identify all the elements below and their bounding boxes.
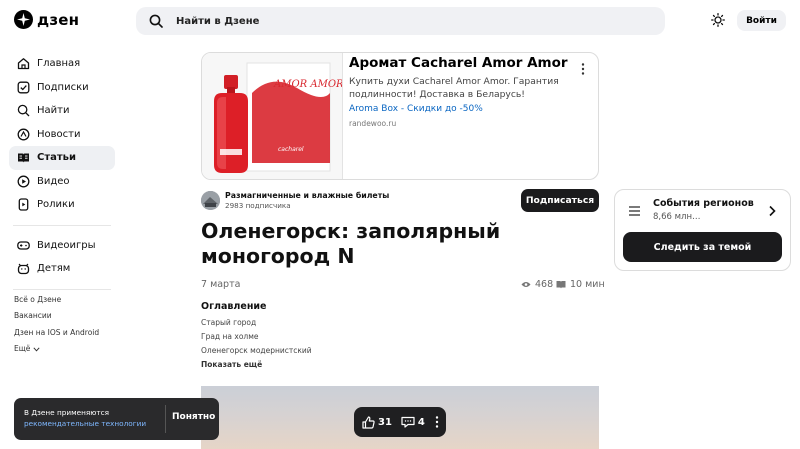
cookie-accept-button[interactable]: Понятно bbox=[172, 412, 215, 422]
dzen-logo[interactable]: дзен bbox=[14, 10, 79, 29]
more-label: Ещё bbox=[14, 343, 31, 353]
ad-box-brand: cacharel bbox=[278, 146, 304, 153]
footer-link-apps[interactable]: Дзен на IOS и Android bbox=[14, 325, 99, 341]
reactions-bar: 31 4 bbox=[354, 407, 446, 437]
topic-title[interactable]: События регионов bbox=[653, 198, 754, 209]
footer-link-vacancies[interactable]: Вакансии bbox=[14, 308, 99, 324]
sidebar-item-subscriptions[interactable]: Подписки bbox=[9, 76, 115, 100]
sidebar-item-label: Статьи bbox=[37, 152, 77, 164]
search-input[interactable]: Найти в Дзене bbox=[136, 7, 665, 35]
toc-show-more[interactable]: Показать ещё bbox=[201, 360, 262, 369]
sidebar-divider bbox=[13, 288, 111, 290]
more-vertical-icon[interactable] bbox=[580, 62, 586, 76]
search-icon bbox=[17, 105, 30, 117]
search-placeholder: Найти в Дзене bbox=[176, 15, 260, 27]
kids-icon bbox=[17, 263, 30, 275]
clips-icon bbox=[18, 198, 29, 211]
read-time: 10 мин bbox=[556, 279, 605, 290]
sidebar-item-video[interactable]: Видео bbox=[9, 170, 115, 194]
ad-image[interactable]: AMOR AMOR cacharel bbox=[202, 53, 343, 179]
more-vertical-icon[interactable] bbox=[434, 415, 440, 429]
search-icon bbox=[149, 14, 163, 28]
sidebar-item-videogames[interactable]: Видеоигры bbox=[9, 234, 115, 258]
sidebar-item-find[interactable]: Найти bbox=[9, 99, 115, 123]
avatar-image bbox=[201, 191, 220, 210]
topic-count: 8,66 млн… bbox=[653, 212, 701, 222]
thumbs-up-icon bbox=[362, 415, 375, 429]
article-title: Оленегорск: заполярный моногород N bbox=[201, 219, 501, 268]
channel-name[interactable]: Размагниченные и влажные билеты bbox=[225, 191, 389, 200]
cookie-notice: В Дзене применяются рекомендательные тех… bbox=[14, 398, 219, 440]
sidebar-item-label: Найти bbox=[37, 105, 70, 117]
views-count: 468 bbox=[535, 279, 554, 290]
sidebar-item-kids[interactable]: Детям bbox=[9, 257, 115, 281]
sidebar-item-label: Видеоигры bbox=[37, 239, 96, 251]
gamepad-icon bbox=[17, 241, 30, 250]
toc-item[interactable]: Град на холме bbox=[201, 332, 258, 341]
login-button[interactable]: Войти bbox=[737, 10, 786, 31]
sidebar-item-label: Главная bbox=[37, 58, 81, 70]
sidebar-divider bbox=[13, 224, 111, 226]
articles-icon bbox=[18, 153, 29, 163]
likes-count: 31 bbox=[378, 416, 392, 428]
menu-icon bbox=[629, 206, 640, 216]
channel-subscribers: 2983 подписчика bbox=[225, 201, 291, 210]
sidebar-item-label: Видео bbox=[37, 175, 70, 187]
sidebar-item-articles[interactable]: Статьи bbox=[9, 146, 115, 170]
like-button[interactable]: 31 bbox=[362, 415, 392, 429]
channel-avatar[interactable] bbox=[201, 191, 220, 210]
sidebar-item-clips[interactable]: Ролики bbox=[9, 193, 115, 217]
sidebar-item-label: Детям bbox=[37, 263, 71, 275]
sidebar-item-home[interactable]: Главная bbox=[9, 52, 115, 76]
comment-icon bbox=[401, 416, 415, 428]
ad-title[interactable]: Аромат Cacharel Amor Amor bbox=[349, 55, 568, 71]
ad-link[interactable]: Aroma Box - Скидки до -50% bbox=[349, 104, 483, 114]
sidebar-item-label: Новости bbox=[37, 128, 81, 140]
chevron-right-icon[interactable] bbox=[768, 205, 776, 217]
topic-card: События регионов 8,66 млн… Следить за те… bbox=[614, 189, 791, 271]
home-icon bbox=[17, 58, 30, 70]
perfume-image: AMOR AMOR cacharel bbox=[202, 53, 343, 179]
follow-topic-button[interactable]: Следить за темой bbox=[623, 232, 782, 262]
subscribe-button[interactable]: Подписаться bbox=[521, 189, 599, 212]
ad-banner[interactable]: AMOR AMOR cacharel Аромат Cacharel Amor … bbox=[201, 52, 599, 180]
cookie-message: В Дзене применяются bbox=[24, 408, 110, 417]
sidebar-nav: Главная Подписки Найти Новости Статьи Ви… bbox=[9, 52, 115, 298]
article-date: 7 марта bbox=[201, 279, 241, 290]
footer-link-about[interactable]: Всё о Дзене bbox=[14, 292, 99, 308]
toc-item[interactable]: Оленегорск модернистский bbox=[201, 346, 312, 355]
news-icon bbox=[17, 128, 30, 141]
sidebar-item-label: Подписки bbox=[37, 81, 89, 93]
ad-domain: randewoo.ru bbox=[349, 119, 397, 128]
views-counter: 468 bbox=[521, 279, 553, 290]
sidebar-item-label: Ролики bbox=[37, 199, 75, 211]
comments-count: 4 bbox=[417, 416, 425, 428]
sun-icon[interactable] bbox=[711, 13, 725, 27]
video-icon bbox=[17, 175, 30, 188]
ad-description: Купить духи Cacharel Amor Amor. Гарантия… bbox=[349, 76, 559, 100]
cookie-text: В Дзене применяются рекомендательные тех… bbox=[24, 408, 164, 429]
sidebar-footer-links: Всё о Дзене Вакансии Дзен на IOS и Andro… bbox=[14, 292, 99, 357]
read-time-value: 10 мин bbox=[570, 279, 605, 290]
sidebar-item-news[interactable]: Новости bbox=[9, 123, 115, 147]
subscriptions-icon bbox=[17, 81, 30, 94]
footer-more-button[interactable]: Ещё bbox=[14, 341, 99, 357]
cookie-link[interactable]: рекомендательные технологии bbox=[24, 419, 164, 430]
ad-box-text: AMOR AMOR bbox=[273, 79, 343, 90]
chevron-down-icon bbox=[33, 346, 40, 352]
cookie-divider bbox=[165, 405, 166, 433]
dzen-logo-icon bbox=[14, 10, 33, 29]
comments-button[interactable]: 4 bbox=[401, 416, 425, 428]
toc-title: Оглавление bbox=[201, 301, 267, 312]
eye-icon bbox=[521, 282, 531, 287]
logo-text: дзен bbox=[37, 10, 80, 29]
toc-item[interactable]: Старый город bbox=[201, 318, 256, 327]
book-icon bbox=[556, 281, 566, 289]
